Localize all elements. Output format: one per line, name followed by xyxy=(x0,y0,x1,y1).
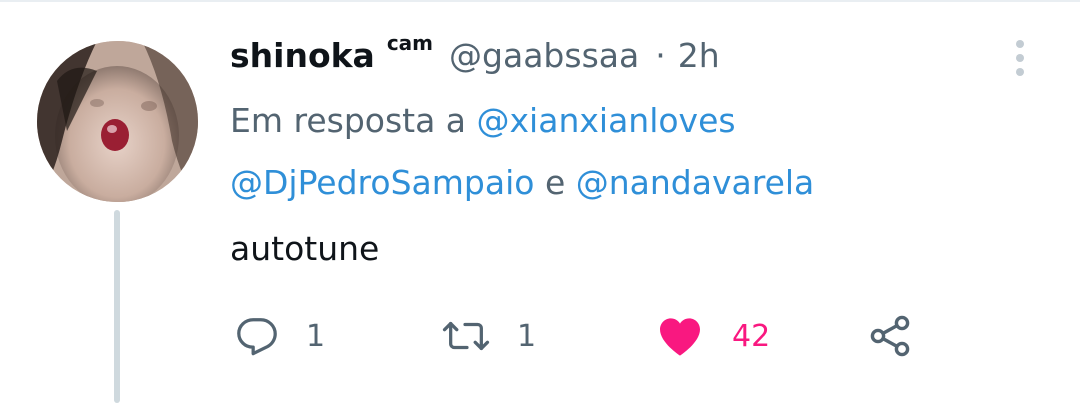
reply-button[interactable]: 1 xyxy=(234,311,325,361)
like-count: 42 xyxy=(732,318,771,354)
more-options-button[interactable] xyxy=(1004,36,1036,80)
avatar[interactable] xyxy=(37,41,198,202)
retweet-button[interactable]: 1 xyxy=(441,311,536,361)
tweet-header: shinoka cam @gaabssaa · 2h xyxy=(230,31,720,86)
thread-line xyxy=(114,210,120,403)
display-name-suffix: cam xyxy=(386,31,434,55)
display-name[interactable]: shinoka xyxy=(230,36,375,75)
timestamp[interactable]: 2h xyxy=(678,36,720,75)
avatar-photo xyxy=(37,41,198,202)
more-icon-dot xyxy=(1016,68,1024,76)
tweet-text: autotune xyxy=(230,229,380,268)
mention-link[interactable]: @xianxianloves xyxy=(477,101,736,140)
more-icon-dot xyxy=(1016,40,1024,48)
mention-link[interactable]: @nandavarela xyxy=(576,163,815,202)
retweet-count: 1 xyxy=(517,318,537,354)
retweet-icon xyxy=(442,321,490,351)
tweet[interactable]: shinoka cam @gaabssaa · 2h Em resposta a… xyxy=(0,0,1080,403)
handle[interactable]: @gaabssaa xyxy=(449,36,639,75)
share-button[interactable] xyxy=(866,311,914,361)
reply-prefix: Em resposta a xyxy=(230,101,467,140)
share-icon xyxy=(870,315,910,357)
mention-link[interactable]: @DjPedroSampaio xyxy=(230,163,534,202)
reply-icon xyxy=(237,318,277,356)
separator: · xyxy=(655,36,666,75)
heart-icon xyxy=(660,318,700,356)
more-icon-dot xyxy=(1016,54,1024,62)
reply-context: Em resposta a @xianxianloves xyxy=(230,101,736,140)
reply-conjunction: e xyxy=(544,163,566,202)
reply-context-continued: @DjPedroSampaio e @nandavarela xyxy=(230,163,814,202)
reply-count: 1 xyxy=(306,318,326,354)
top-divider xyxy=(0,0,1080,2)
like-button[interactable]: 42 xyxy=(656,311,770,361)
